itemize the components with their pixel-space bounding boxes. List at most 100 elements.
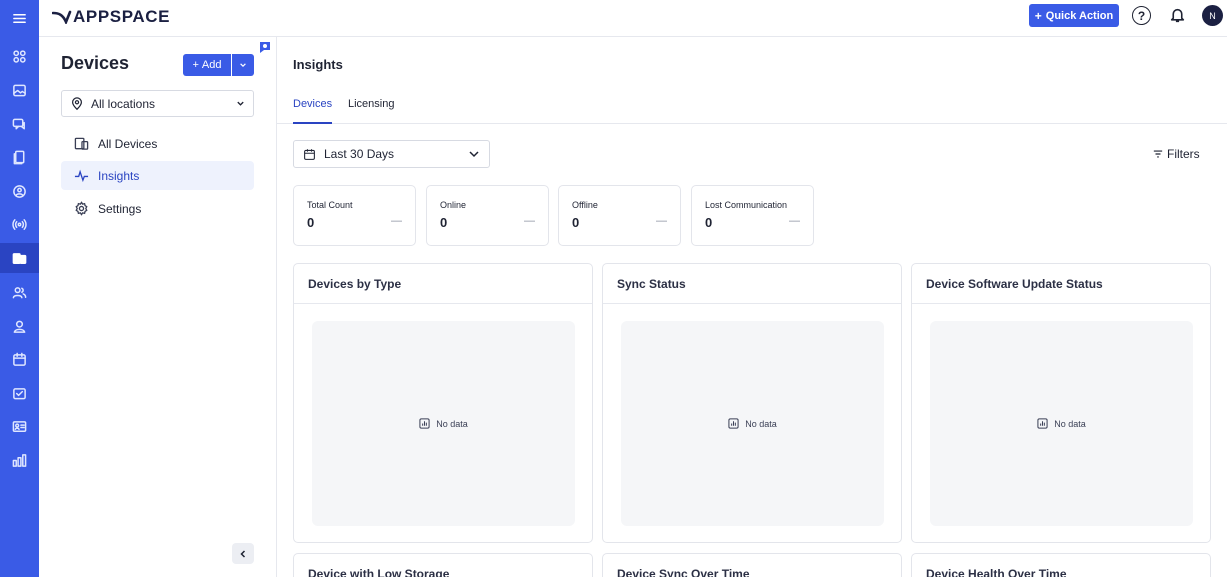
chevron-left-icon: [240, 549, 246, 558]
stat-value: 0: [705, 215, 713, 230]
appspace-logo[interactable]: APPSPACE: [52, 7, 170, 27]
add-dropdown-button[interactable]: [232, 54, 254, 76]
stat-trend: —: [391, 215, 402, 227]
logo-mark-icon: [52, 10, 72, 24]
help-icon[interactable]: ?: [1132, 6, 1151, 25]
empty-state: No data: [930, 321, 1193, 526]
image-icon[interactable]: [0, 75, 39, 105]
devices-panel: Devices + Add All locations All Devices …: [39, 37, 277, 577]
card-title: Device with Low Storage: [308, 567, 450, 577]
inbox-icon[interactable]: [0, 378, 39, 408]
date-range-value: Last 30 Days: [324, 147, 395, 161]
empty-state: No data: [621, 321, 884, 526]
card-devices-by-type: Devices by Type No data: [293, 263, 593, 543]
chevron-down-icon: [237, 101, 244, 106]
quick-action-label: Quick Action: [1045, 9, 1114, 22]
chevron-down-icon: [469, 151, 479, 158]
card-sync-status: Sync Status No data: [602, 263, 902, 543]
card-low-storage: Device with Low Storage: [293, 553, 593, 577]
broadcast-icon[interactable]: [0, 209, 39, 239]
bell-icon[interactable]: [1169, 6, 1186, 24]
plus-icon: +: [192, 59, 199, 71]
logo-text: APPSPACE: [73, 7, 171, 26]
chart-icon: [419, 418, 430, 429]
date-range-select[interactable]: Last 30 Days: [293, 140, 490, 168]
nav-item-label: All Devices: [98, 136, 158, 151]
stat-value: 0: [440, 215, 448, 230]
top-bar: APPSPACE + Quick Action ? N: [39, 0, 1227, 37]
empty-state-text: No data: [745, 418, 777, 429]
stat-label: Total Count: [307, 200, 353, 210]
card-title: Device Software Update Status: [926, 277, 1103, 291]
pulse-icon: [74, 169, 89, 183]
filters-button[interactable]: Filters: [1153, 147, 1200, 161]
tab-devices[interactable]: Devices: [293, 98, 333, 124]
location-pin-icon: [72, 96, 82, 110]
empty-state-text: No data: [436, 418, 468, 429]
add-button[interactable]: + Add: [183, 54, 231, 76]
stat-label: Lost Communication: [705, 200, 788, 210]
people-icon[interactable]: [0, 277, 39, 307]
nav-item-settings[interactable]: Settings: [61, 194, 254, 223]
stat-value: 0: [572, 215, 580, 230]
card-title: Device Health Over Time: [926, 567, 1067, 577]
tab-bar: Devices Licensing: [277, 87, 1227, 124]
stat-trend: —: [524, 215, 535, 227]
chat-icon[interactable]: [0, 109, 39, 139]
location-select-value: All locations: [91, 96, 156, 111]
nav-item-insights[interactable]: Insights: [61, 161, 254, 190]
chevron-down-icon: [240, 63, 246, 68]
chart-icon: [728, 418, 739, 429]
avatar[interactable]: N: [1202, 5, 1223, 26]
collapse-panel-button[interactable]: [232, 543, 254, 564]
tab-licensing[interactable]: Licensing: [348, 98, 394, 124]
stat-label: Offline: [572, 200, 598, 210]
nav-item-all-devices[interactable]: All Devices: [61, 129, 254, 158]
card-divider: [294, 303, 592, 304]
filter-icon: [1153, 150, 1163, 158]
stat-total-count: Total Count 0 —: [293, 185, 416, 246]
add-label: Add: [201, 59, 222, 71]
devices-icon: [74, 137, 89, 150]
chat-bubble-icon[interactable]: [258, 40, 272, 54]
nav-item-label: Insights: [98, 168, 140, 183]
stat-offline: Offline 0 —: [558, 185, 681, 246]
card-divider: [603, 303, 901, 304]
card-title: Device Sync Over Time: [617, 567, 750, 577]
user-icon[interactable]: [0, 311, 39, 341]
calendar-icon[interactable]: [0, 344, 39, 374]
empty-state-text: No data: [1054, 418, 1086, 429]
dashboard-icon[interactable]: [0, 41, 39, 71]
card-software-update-status: Device Software Update Status No data: [911, 263, 1211, 543]
insights-main: Insights Devices Licensing Last 30 Days …: [277, 37, 1227, 577]
stat-trend: —: [656, 215, 667, 227]
page-title: Insights: [293, 57, 343, 72]
stat-trend: —: [789, 215, 800, 227]
app-rail: [0, 0, 39, 577]
nav-item-label: Settings: [98, 201, 142, 216]
channels-icon[interactable]: [0, 176, 39, 206]
empty-state: No data: [312, 321, 575, 526]
analytics-icon[interactable]: [0, 445, 39, 475]
badge-icon[interactable]: [0, 411, 39, 441]
card-title: Devices by Type: [308, 277, 402, 291]
card-divider: [912, 303, 1210, 304]
calendar-icon: [304, 148, 315, 160]
content-icon[interactable]: [0, 142, 39, 172]
plus-icon: +: [1034, 8, 1042, 23]
gear-icon: [75, 201, 88, 216]
chart-icon: [1037, 418, 1048, 429]
location-select[interactable]: All locations: [61, 90, 254, 117]
stat-value: 0: [307, 215, 315, 230]
stat-lost-communication: Lost Communication 0 —: [691, 185, 814, 246]
stat-online: Online 0 —: [426, 185, 549, 246]
quick-action-button[interactable]: + Quick Action: [1029, 4, 1119, 27]
card-title: Sync Status: [617, 277, 686, 291]
panel-title: Devices: [61, 53, 130, 73]
devices-icon[interactable]: [0, 243, 39, 273]
stat-label: Online: [440, 200, 467, 210]
card-health-over-time: Device Health Over Time: [911, 553, 1211, 577]
filters-label: Filters: [1167, 147, 1200, 161]
menu-icon[interactable]: [0, 0, 39, 36]
card-sync-over-time: Device Sync Over Time: [602, 553, 902, 577]
